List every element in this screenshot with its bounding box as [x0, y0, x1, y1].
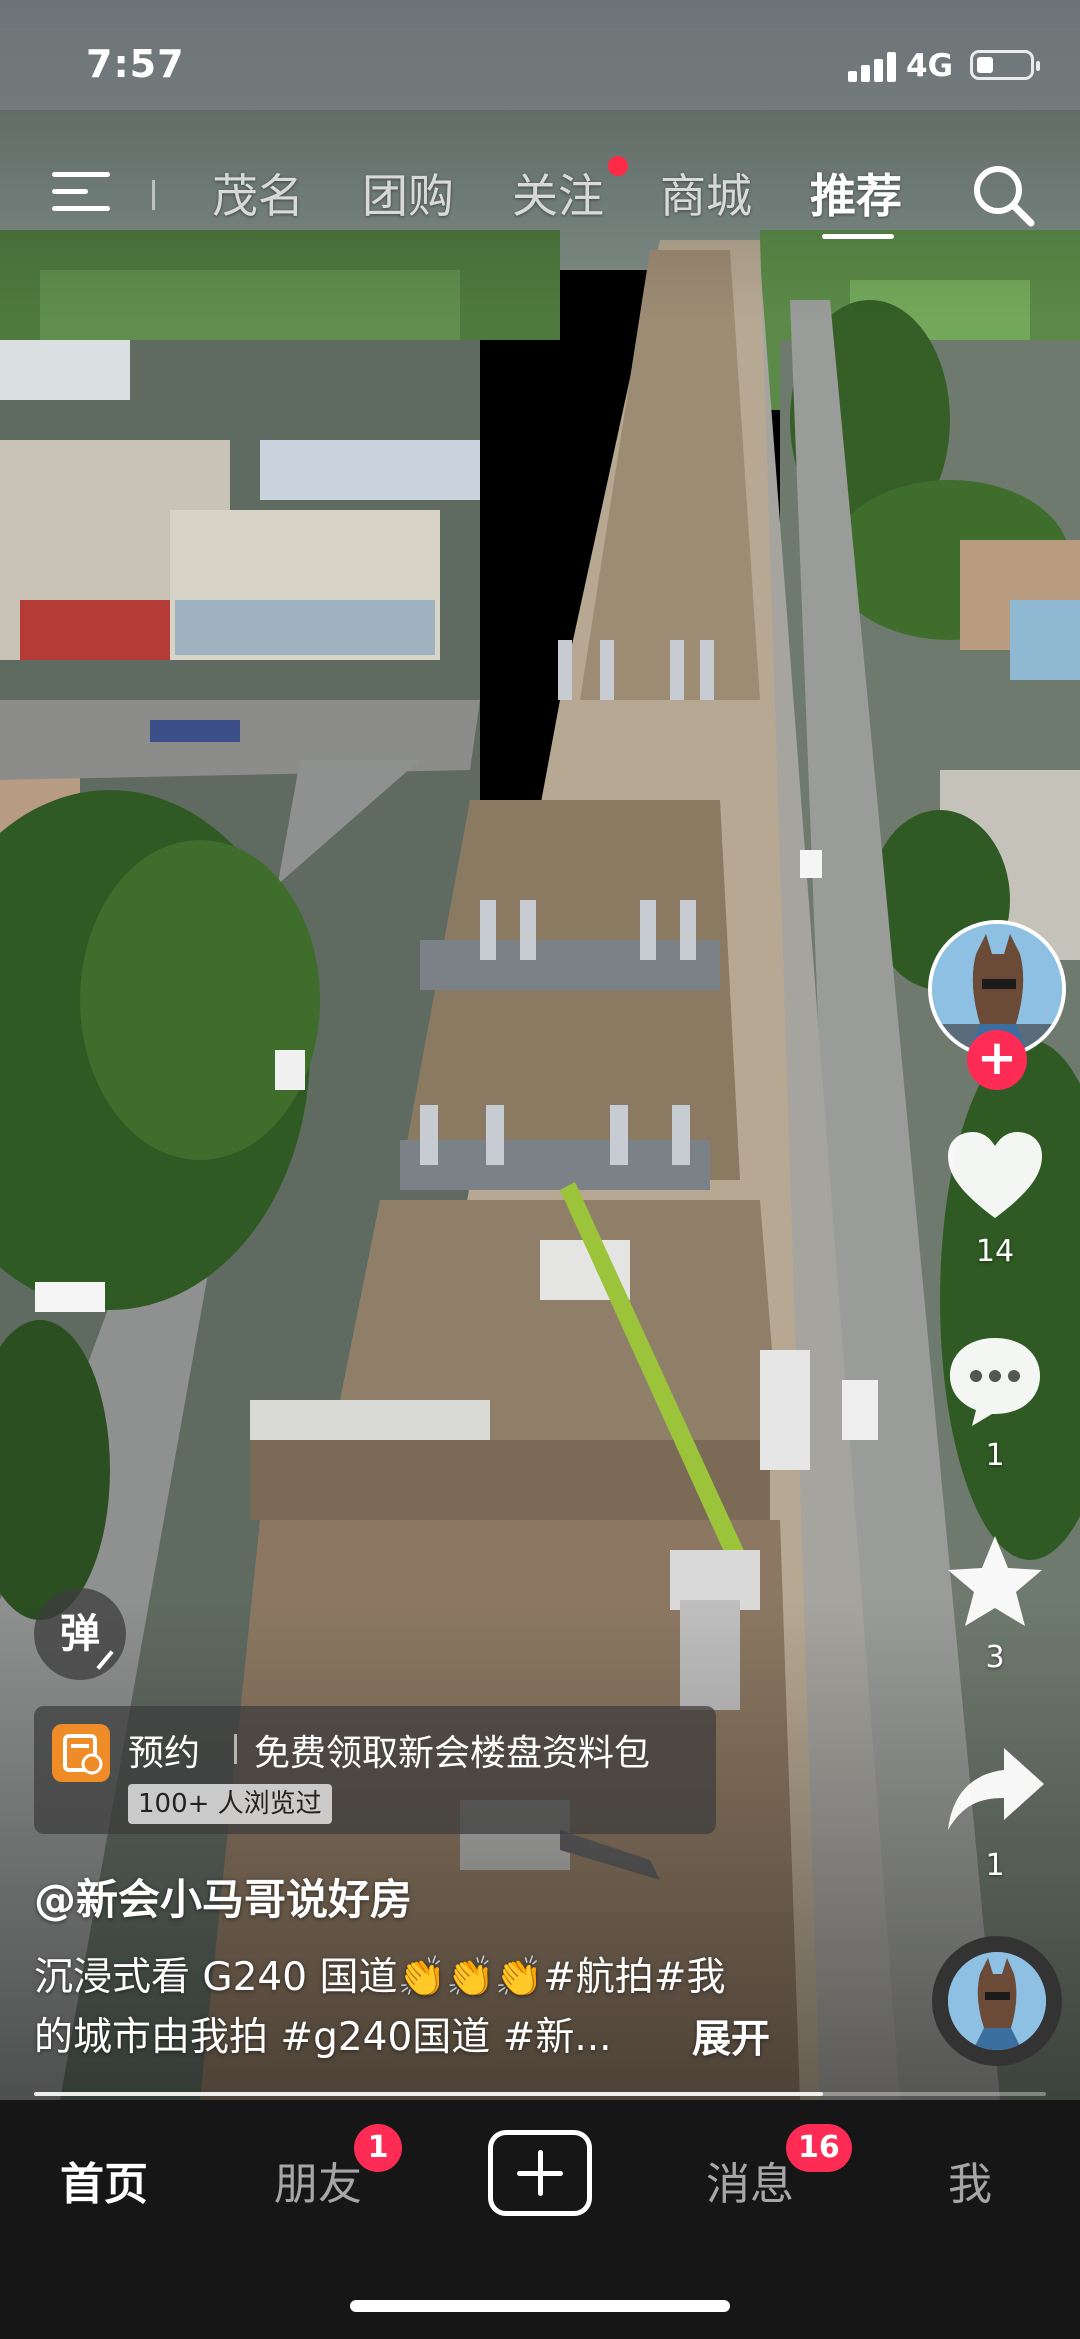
- favorite-count: 3: [985, 1640, 1005, 1675]
- comment-button[interactable]: 1: [940, 1330, 1050, 1473]
- tab-friends[interactable]: 朋友: [274, 2148, 362, 2212]
- create-plus-button[interactable]: [488, 2130, 592, 2216]
- share-button[interactable]: 1: [940, 1740, 1050, 1883]
- caption-line-1: 沉浸式看 G240 国道👏👏👏#航拍#我: [34, 1955, 726, 2000]
- signal-icon: [848, 52, 898, 82]
- top-nav: 茂名 团购 关注 商城 推荐: [0, 150, 1080, 250]
- battery-icon: [970, 50, 1040, 80]
- music-disc-avatar[interactable]: [932, 1936, 1062, 2066]
- tab-mall[interactable]: 商城: [660, 160, 752, 226]
- friends-badge: 1: [354, 2124, 402, 2172]
- calendar-icon: [52, 1724, 110, 1782]
- heart-icon: [948, 1132, 1042, 1218]
- author-name[interactable]: @新会小马哥说好房: [34, 1866, 412, 1927]
- expand-caption-button[interactable]: 展开: [692, 2008, 770, 2064]
- follow-plus-button[interactable]: +: [967, 1030, 1027, 1090]
- tab-recommend[interactable]: 推荐: [810, 160, 902, 226]
- home-indicator: [350, 2300, 730, 2312]
- network-type: 4G: [906, 48, 954, 84]
- ad-text: 免费领取新会楼盘资料包: [254, 1733, 651, 1774]
- like-button[interactable]: 14: [940, 1126, 1050, 1269]
- tab-group-buy[interactable]: 团购: [362, 160, 454, 226]
- video-progress-bar[interactable]: [34, 2092, 1046, 2096]
- search-icon[interactable]: [968, 160, 1040, 232]
- menu-icon[interactable]: [52, 168, 110, 216]
- messages-badge: 16: [786, 2124, 852, 2172]
- share-icon: [948, 1748, 1044, 1830]
- danmu-toggle-button[interactable]: 弹: [34, 1588, 126, 1680]
- nav-divider: [152, 180, 155, 210]
- comment-icon: [950, 1338, 1040, 1426]
- ad-card[interactable]: 预约 免费领取新会楼盘资料包 100+ 人浏览过: [34, 1706, 716, 1834]
- tab-home[interactable]: 首页: [60, 2148, 148, 2212]
- following-new-dot: [608, 156, 628, 176]
- tab-maoming[interactable]: 茂名: [212, 160, 304, 226]
- favorite-button[interactable]: 3: [940, 1532, 1050, 1675]
- music-avatar-icon: [948, 1952, 1046, 2050]
- tab-following[interactable]: 关注: [512, 160, 604, 226]
- status-bar: 7:57 4G: [0, 0, 1080, 130]
- clock: 7:57: [86, 42, 185, 86]
- ad-view-badge: 100+ 人浏览过: [128, 1784, 332, 1824]
- video-progress-fill: [34, 2092, 824, 2096]
- like-count: 14: [975, 1234, 1015, 1269]
- active-tab-indicator: [822, 234, 894, 239]
- tab-me[interactable]: 我: [948, 2148, 992, 2212]
- share-count: 1: [985, 1848, 1005, 1883]
- comment-count: 1: [985, 1438, 1005, 1473]
- caption-line-2: 的城市由我拍 #g240国道 #新...: [34, 2015, 612, 2060]
- ad-title: 预约: [128, 1733, 201, 1774]
- ad-divider: [234, 1734, 237, 1764]
- tab-messages[interactable]: 消息: [706, 2148, 794, 2212]
- video-caption[interactable]: 沉浸式看 G240 国道👏👏👏#航拍#我 的城市由我拍 #g240国道 #新..…: [34, 1948, 794, 2068]
- star-icon: [948, 1536, 1042, 1626]
